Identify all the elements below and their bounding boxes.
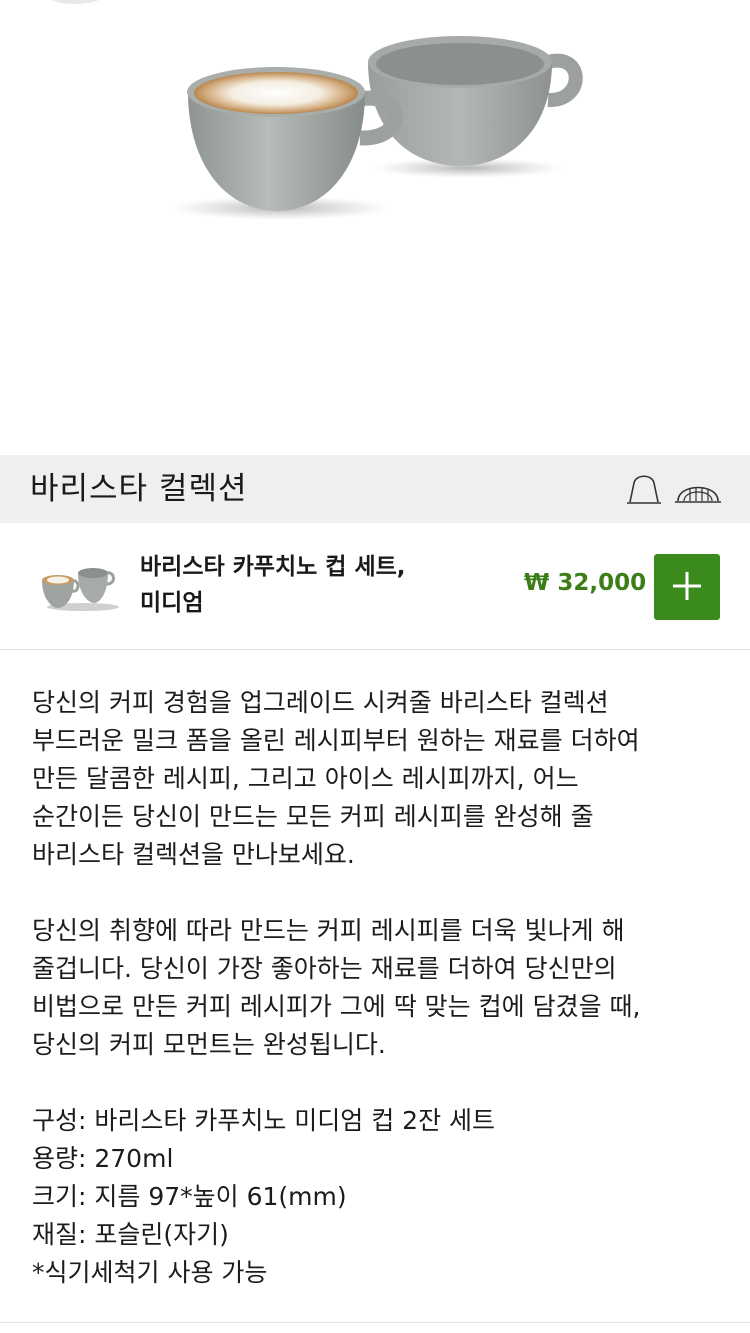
description-line: 비법으로 만든 커피 레시피가 그에 딱 맞는 컵에 담겼을 때,: [32, 992, 641, 1021]
description-line: 줄겁니다. 당신이 가장 좋아하는 재료를 더하여 당신만의: [32, 954, 617, 983]
description-line: 바리스타 컬렉션을 만나보세요.: [32, 840, 355, 869]
product-row[interactable]: 바리스타 카푸치노 컵 세트, 미디엄 ₩ 32,000: [0, 523, 750, 650]
product-thumbnail[interactable]: [38, 563, 122, 617]
description-paragraph-2: 당신의 취향에 따라 만드는 커피 레시피를 더욱 빛나게 해 줄겁니다. 당신…: [32, 912, 732, 1064]
description-line: 당신의 커피 모먼트는 완성됩니다.: [32, 1030, 386, 1059]
product-price: ₩ 32,000: [524, 570, 647, 596]
capsule-compatibility-icons: [624, 469, 722, 511]
spec-list: 구성: 바리스타 카푸치노 미디엄 컵 2잔 세트 용량: 270ml 크기: …: [32, 1102, 732, 1292]
product-name[interactable]: 바리스타 카푸치노 컵 세트, 미디엄: [140, 549, 500, 621]
description-line: 당신의 커피 경험을 업그레이드 시켜줄 바리스타 컬렉션: [32, 688, 609, 717]
description-line: 만든 달콤한 레시피, 그리고 아이스 레시피까지, 어느: [32, 764, 579, 793]
product-hero-image: [0, 0, 750, 455]
description-line: 당신의 취향에 따라 만드는 커피 레시피를 더욱 빛나게 해: [32, 916, 625, 945]
spec-material: 재질: 포슬린(자기): [32, 1220, 229, 1249]
collection-header: 바리스타 컬렉션: [0, 455, 750, 523]
description-line: 순간이든 당신이 만드는 모든 커피 레시피를 완성해 줄: [32, 802, 594, 831]
bottom-divider: [0, 1322, 750, 1323]
cappuccino-cups-illustration: [51, 0, 583, 220]
original-capsule-icon: [624, 469, 664, 511]
description-paragraph-1: 당신의 커피 경험을 업그레이드 시켜줄 바리스타 컬렉션 부드러운 밀크 폼을…: [32, 684, 732, 874]
description-line: 부드러운 밀크 폼을 올린 레시피부터 원하는 재료를 더하여: [32, 726, 640, 755]
product-description: 당신의 커피 경험을 업그레이드 시켜줄 바리스타 컬렉션 부드러운 밀크 폼을…: [32, 684, 732, 1292]
vertuo-capsule-icon: [674, 469, 722, 511]
collection-title: 바리스타 컬렉션: [30, 471, 248, 507]
spec-composition: 구성: 바리스타 카푸치노 미디엄 컵 2잔 세트: [32, 1106, 496, 1135]
spec-dishwasher-note: *식기세척기 사용 가능: [32, 1258, 268, 1287]
spec-size: 크기: 지름 97*높이 61(mm): [32, 1182, 347, 1211]
product-name-line-2: 미디엄: [140, 590, 204, 616]
product-name-line-1: 바리스타 카푸치노 컵 세트,: [140, 554, 406, 580]
spec-capacity: 용량: 270ml: [32, 1144, 174, 1173]
add-to-cart-button[interactable]: [654, 554, 720, 620]
plus-icon: [670, 569, 704, 606]
